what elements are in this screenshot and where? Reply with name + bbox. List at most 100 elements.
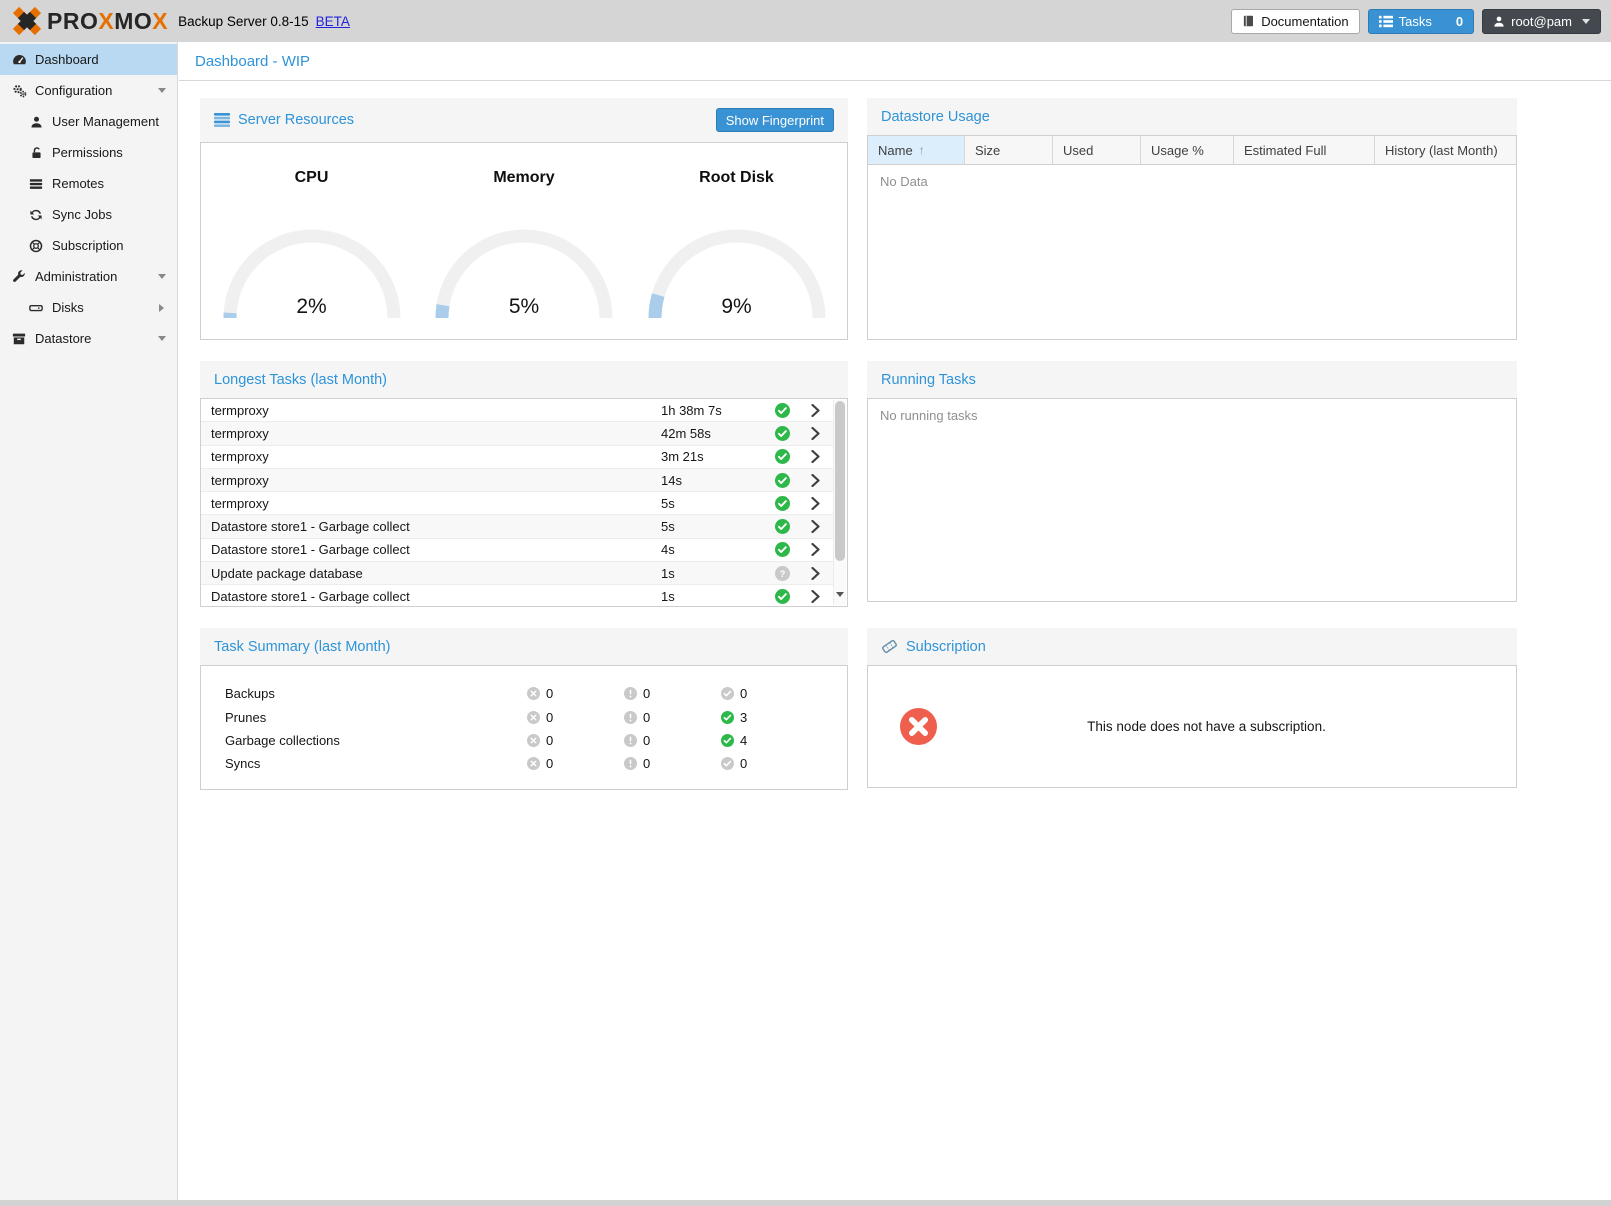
ticket-icon <box>881 639 898 654</box>
warning-circle-icon <box>624 687 637 700</box>
task-status-icon: ? <box>767 542 797 557</box>
sidebar-item-label: Subscription <box>52 238 124 253</box>
user-menu-button[interactable]: root@pam <box>1482 9 1601 34</box>
sidebar-item-permissions[interactable]: Permissions <box>0 137 177 168</box>
longest-tasks-panel: Longest Tasks (last Month) termproxy 1h … <box>200 361 848 607</box>
column-header-used[interactable]: Used <box>1053 136 1141 164</box>
error-circle-icon <box>527 711 540 724</box>
task-row[interactable]: termproxy 14s ? <box>201 469 833 492</box>
sidebar-item-label: Remotes <box>52 176 104 191</box>
task-row[interactable]: Datastore store1 - Garbage collect 1s ? <box>201 585 833 607</box>
sort-up-icon: ↑ <box>919 143 925 157</box>
resource-bars-icon <box>214 113 230 127</box>
running-tasks-panel: Running Tasks No running tasks <box>867 361 1517 602</box>
task-row[interactable]: termproxy 42m 58s ? <box>201 422 833 445</box>
task-status-icon: ? <box>767 449 797 464</box>
top-bar: PROXMOX Backup Server 0.8-15 BETA Docume… <box>0 0 1611 42</box>
proxmox-x-icon <box>12 6 42 36</box>
error-circle-icon <box>527 757 540 770</box>
sidebar: Dashboard Configuration User Management … <box>0 42 178 1200</box>
caret-down-icon <box>158 336 166 345</box>
summary-row: Garbage collections 0 0 4 <box>201 729 847 752</box>
gauge-value: 5% <box>429 295 619 319</box>
open-task-button[interactable] <box>797 590 833 603</box>
panel-title: Datastore Usage <box>881 109 990 125</box>
task-row[interactable]: termproxy 5s ? <box>201 492 833 515</box>
caret-down-icon <box>158 274 166 283</box>
proxmox-logo: PROXMOX <box>12 6 168 36</box>
sidebar-item-datastore[interactable]: Datastore <box>0 323 177 354</box>
sidebar-item-label: Sync Jobs <box>52 207 112 222</box>
task-status-icon: ? <box>767 403 797 418</box>
ok-circle-icon <box>721 711 734 724</box>
column-header-estimated-full[interactable]: Estimated Full <box>1234 136 1375 164</box>
sidebar-item-user-management[interactable]: User Management <box>0 106 177 137</box>
task-status-icon: ? <box>767 519 797 534</box>
subscription-message: This node does not have a subscription. <box>937 719 1476 734</box>
task-status-icon: ? <box>767 473 797 488</box>
vertical-scrollbar[interactable] <box>833 400 846 605</box>
sidebar-item-dashboard[interactable]: Dashboard <box>0 44 177 75</box>
sync-icon <box>27 208 45 222</box>
gears-icon <box>10 83 28 98</box>
hdd-icon <box>27 301 45 315</box>
svg-text:?: ? <box>779 569 785 579</box>
page-header: Dashboard - WIP <box>179 42 1611 81</box>
no-subscription-error-icon <box>900 708 937 745</box>
sidebar-item-label: User Management <box>52 114 159 129</box>
tasks-count-badge: 0 <box>1456 14 1463 29</box>
panel-title: Server Resources <box>238 112 354 128</box>
task-row[interactable]: Datastore store1 - Garbage collect 4s ? <box>201 539 833 562</box>
open-task-button[interactable] <box>797 520 833 533</box>
task-row[interactable]: Update package database 1s ? <box>201 562 833 585</box>
open-task-button[interactable] <box>797 450 833 463</box>
column-header-size[interactable]: Size <box>965 136 1053 164</box>
column-header-usage-pct[interactable]: Usage % <box>1141 136 1234 164</box>
sidebar-item-remotes[interactable]: Remotes <box>0 168 177 199</box>
column-header-history[interactable]: History (last Month) <box>1375 136 1516 164</box>
open-task-button[interactable] <box>797 474 833 487</box>
open-task-button[interactable] <box>797 497 833 510</box>
no-data-text: No Data <box>868 165 1516 198</box>
documentation-button[interactable]: Documentation <box>1231 9 1359 34</box>
sidebar-item-subscription[interactable]: Subscription <box>0 230 177 261</box>
task-status-icon: ? <box>767 589 797 604</box>
summary-row: Prunes 0 0 3 <box>201 705 847 728</box>
sidebar-item-label: Datastore <box>35 331 91 346</box>
summary-row: Syncs 0 0 0 <box>201 752 847 775</box>
sidebar-item-label: Disks <box>52 300 84 315</box>
open-task-button[interactable] <box>797 567 833 580</box>
root-disk-gauge: Root Disk 9% <box>635 143 839 339</box>
warning-circle-icon <box>624 734 637 747</box>
datastore-usage-panel: Datastore Usage Name ↑ Size Used Usage %… <box>867 98 1517 340</box>
beta-link[interactable]: BETA <box>316 14 350 29</box>
gauge-value: 2% <box>217 295 407 319</box>
task-status-icon: ? <box>767 566 797 581</box>
task-list-icon <box>1379 15 1393 28</box>
task-status-icon: ? <box>767 496 797 511</box>
running-tasks-header: Running Tasks <box>867 361 1517 398</box>
scrollbar-thumb[interactable] <box>835 401 845 561</box>
datastore-table-header: Name ↑ Size Used Usage % Estimated Full … <box>868 136 1516 165</box>
show-fingerprint-button[interactable]: Show Fingerprint <box>716 108 834 132</box>
archive-icon <box>10 332 28 346</box>
open-task-button[interactable] <box>797 427 833 440</box>
task-row[interactable]: termproxy 1h 38m 7s ? <box>201 399 833 422</box>
task-row[interactable]: Datastore store1 - Garbage collect 5s ? <box>201 515 833 538</box>
sidebar-item-configuration[interactable]: Configuration <box>0 75 177 106</box>
tasks-button[interactable]: Tasks 0 <box>1368 9 1474 34</box>
cpu-gauge: CPU 2% <box>210 143 414 339</box>
caret-down-icon <box>158 88 166 97</box>
sidebar-item-label: Administration <box>35 269 117 284</box>
scroll-down-arrow[interactable] <box>836 592 844 601</box>
task-row[interactable]: termproxy 3m 21s ? <box>201 446 833 469</box>
open-task-button[interactable] <box>797 543 833 556</box>
sidebar-item-administration[interactable]: Administration <box>0 261 177 292</box>
open-task-button[interactable] <box>797 404 833 417</box>
sidebar-item-disks[interactable]: Disks <box>0 292 177 323</box>
panel-title: Subscription <box>906 639 986 655</box>
summary-row: Backups 0 0 0 <box>201 682 847 705</box>
sidebar-item-sync-jobs[interactable]: Sync Jobs <box>0 199 177 230</box>
brand-wordmark: PROXMOX <box>47 8 168 35</box>
column-header-name[interactable]: Name ↑ <box>868 136 965 164</box>
